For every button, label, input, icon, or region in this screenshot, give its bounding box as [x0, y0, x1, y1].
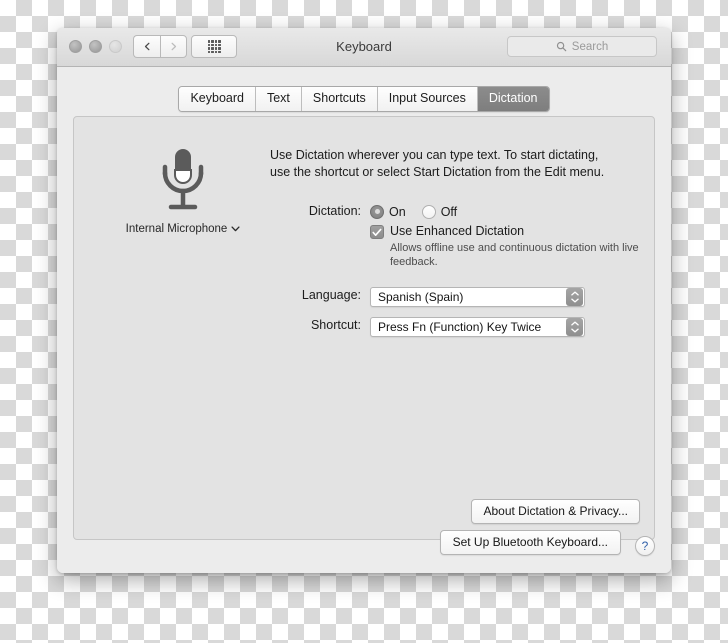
search-placeholder: Search — [571, 40, 609, 53]
window-titlebar: Keyboard Search — [57, 28, 671, 67]
microphone-label-wrap: Internal Microphone — [126, 223, 241, 235]
help-button[interactable]: ? — [635, 536, 655, 556]
dictation-description: Use Dictation wherever you can type text… — [270, 148, 605, 179]
about-dictation-privacy-button[interactable]: About Dictation & Privacy... — [471, 499, 640, 524]
language-popup-button[interactable]: Spanish (Spain) — [370, 287, 585, 307]
forward-chevron-icon — [171, 42, 177, 51]
close-button[interactable] — [69, 40, 82, 53]
shortcut-value: Press Fn (Function) Key Twice — [378, 320, 542, 334]
minimize-button[interactable] — [89, 40, 102, 53]
microphone-label: Internal Microphone — [125, 223, 228, 235]
chevron-up-icon — [570, 321, 579, 326]
navigation-buttons — [133, 35, 187, 58]
zoom-button[interactable] — [109, 40, 122, 53]
forward-button[interactable] — [160, 35, 187, 58]
checkbox-indicator — [370, 225, 384, 239]
chevron-up-icon — [570, 291, 579, 296]
search-icon — [556, 41, 567, 52]
tab-keyboard[interactable]: Keyboard — [179, 87, 256, 111]
chevron-down-icon — [231, 226, 240, 232]
shortcut-label: Shortcut: — [310, 318, 361, 332]
tab-dictation[interactable]: Dictation — [477, 87, 549, 111]
microphone-source-selector[interactable]: Internal Microphone — [113, 145, 253, 237]
language-value: Spanish (Spain) — [378, 290, 464, 304]
dictation-radio-on[interactable]: On — [370, 204, 406, 219]
tab-text[interactable]: Text — [255, 87, 302, 111]
dictation-toggle-row: Dictation: On Off — [249, 203, 473, 220]
language-label: Language: — [301, 288, 361, 302]
show-all-grid-icon — [207, 40, 221, 53]
dictation-label: Dictation: — [308, 204, 361, 218]
chevron-down-icon — [570, 298, 579, 303]
enhanced-dictation-description: Allows offline use and continuous dictat… — [390, 242, 639, 268]
dictation-panel: Internal Microphone Use Dictation wherev… — [73, 116, 655, 540]
show-all-button[interactable] — [191, 35, 237, 58]
shortcut-row: Shortcut: Press Fn (Function) Key Twice — [249, 317, 585, 337]
microphone-icon — [162, 149, 204, 210]
setup-bluetooth-keyboard-button[interactable]: Set Up Bluetooth Keyboard... — [439, 530, 621, 555]
checkmark-icon — [372, 228, 382, 236]
preferences-content: Keyboard Text Shortcuts Input Sources Di… — [57, 67, 671, 573]
language-row: Language: Spanish (Spain) — [249, 287, 585, 307]
search-input[interactable]: Search — [507, 36, 657, 57]
radio-on-indicator — [370, 204, 384, 219]
dictation-radio-off[interactable]: Off — [421, 204, 458, 219]
radio-off-indicator — [421, 204, 436, 219]
back-chevron-icon — [144, 42, 149, 51]
radio-off-label: Off — [440, 204, 458, 219]
enhanced-dictation-label: Use Enhanced Dictation — [390, 224, 525, 238]
chevron-down-icon — [570, 328, 579, 333]
language-stepper-icon[interactable] — [566, 288, 583, 306]
radio-on-label: On — [389, 204, 406, 219]
shortcut-popup-button[interactable]: Press Fn (Function) Key Twice — [370, 317, 585, 337]
tab-bar: Keyboard Text Shortcuts Input Sources Di… — [57, 86, 671, 112]
back-button[interactable] — [133, 35, 160, 58]
tab-shortcuts[interactable]: Shortcuts — [301, 87, 378, 111]
shortcut-stepper-icon[interactable] — [566, 318, 583, 336]
tab-input-sources[interactable]: Input Sources — [377, 87, 478, 111]
enhanced-dictation-checkbox[interactable]: Use Enhanced Dictation — [370, 224, 524, 239]
keyboard-preferences-window: Keyboard Search Keyboard Text Shortcuts … — [57, 28, 671, 573]
